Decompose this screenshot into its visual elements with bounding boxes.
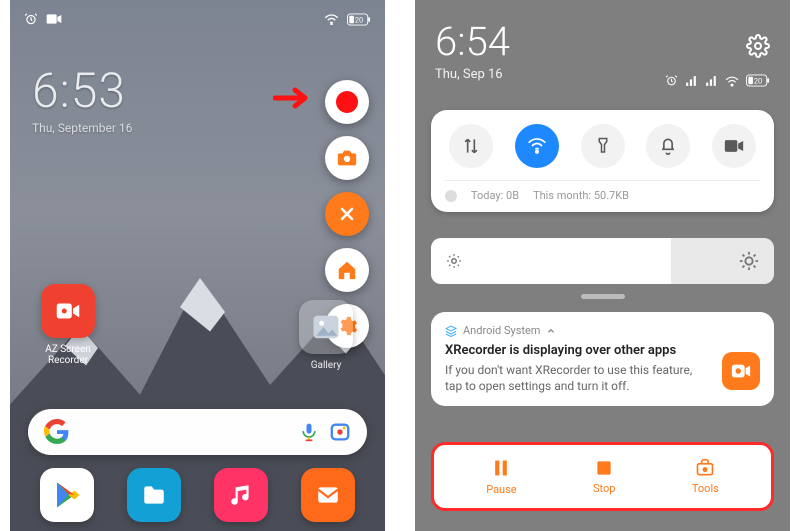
toolbox-icon (694, 458, 716, 478)
android-layers-icon (445, 325, 457, 337)
shade-status-icons: 20 (665, 74, 770, 87)
screenshot-button[interactable] (325, 136, 369, 180)
flashlight-icon (594, 136, 612, 156)
home-time: 6:53 (32, 62, 132, 119)
app-label: AZ Screen Recorder (45, 344, 91, 366)
home-fab-button[interactable] (325, 248, 369, 292)
brightness-slider[interactable] (431, 238, 774, 284)
notif-source-row: Android System (445, 324, 760, 337)
tools-button[interactable]: Tools (692, 458, 719, 495)
google-search-bar[interactable] (28, 409, 367, 455)
qs-wifi[interactable] (515, 124, 559, 168)
battery-icon: 20 (746, 74, 770, 87)
qs-screen-record[interactable] (712, 124, 756, 168)
videocam-icon (730, 360, 752, 382)
play-icon (52, 480, 82, 510)
chevron-up-icon (546, 326, 556, 336)
data-arrows-icon (461, 136, 481, 156)
home-date: Thu, September 16 (32, 121, 132, 135)
bell-icon (658, 136, 678, 156)
app-play-store[interactable] (40, 468, 94, 522)
notif-body: If you don't want XRecorder to use this … (445, 362, 760, 394)
record-icon (336, 91, 358, 113)
notif-app-icon (722, 352, 760, 390)
music-note-icon (228, 482, 254, 508)
brightness-high-icon (724, 250, 774, 272)
app-gallery[interactable]: Gallery (295, 300, 357, 371)
signal-icon (685, 74, 698, 87)
data-usage-row[interactable]: Today: 0B This month: 50.7KB (445, 189, 760, 202)
camera-icon (336, 147, 358, 169)
mail-icon (315, 482, 341, 508)
app-music[interactable] (214, 468, 268, 522)
recorder-controls-card: Pause Stop Tools (431, 442, 774, 511)
videocam-icon (724, 138, 744, 154)
app-files[interactable] (127, 468, 181, 522)
google-logo-icon (44, 419, 70, 445)
home-dock (10, 465, 385, 525)
qs-flashlight[interactable] (581, 124, 625, 168)
shade-header: 6:54 Thu, Sep 16 (415, 18, 790, 82)
shade-drag-handle[interactable] (581, 294, 625, 299)
settings-gear-button[interactable] (746, 34, 770, 58)
stop-icon (594, 458, 614, 478)
qs-mobile-data[interactable] (449, 124, 493, 168)
quick-settings-card: Today: 0B This month: 50.7KB (431, 110, 774, 212)
lens-icon[interactable] (329, 421, 351, 443)
phone-left-home: 20 6:53 Thu, September 16 AZ Screen Reco… (10, 0, 385, 531)
gear-icon (746, 34, 770, 58)
tutorial-arrow-icon (273, 86, 315, 110)
notif-title: XRecorder is displaying over other apps (445, 343, 760, 358)
folder-icon (141, 482, 167, 508)
record-button[interactable] (325, 80, 369, 124)
app-az-recorder[interactable]: AZ Screen Recorder (34, 284, 102, 366)
pause-icon (491, 457, 511, 479)
signal-icon (705, 74, 718, 87)
wifi-icon (527, 136, 547, 156)
brightness-low-icon (431, 252, 477, 270)
qs-dnd[interactable] (646, 124, 690, 168)
alarm-icon (665, 74, 678, 87)
videocam-icon (53, 296, 83, 326)
close-icon (337, 204, 357, 224)
app-mail[interactable] (301, 468, 355, 522)
svg-text:20: 20 (754, 76, 762, 85)
stop-button[interactable]: Stop (593, 458, 615, 495)
picture-icon (311, 312, 341, 342)
pause-button[interactable]: Pause (486, 457, 516, 496)
svg-text:20: 20 (355, 15, 363, 24)
phone-right-shade: 6:54 Thu, Sep 16 20 (415, 0, 790, 531)
home-clock-widget: 6:53 Thu, September 16 (32, 62, 132, 135)
wifi-icon (725, 75, 739, 87)
app-label: Gallery (311, 360, 342, 371)
home-icon (336, 259, 358, 281)
usage-dot-icon (445, 190, 457, 202)
notification-android-system[interactable]: Android System XRecorder is displaying o… (431, 312, 774, 406)
close-fab-button[interactable] (325, 192, 369, 236)
mic-icon[interactable] (299, 422, 319, 442)
status-bar-left: 20 (10, 8, 385, 30)
wifi-icon (324, 13, 339, 25)
camera-icon (46, 13, 62, 25)
alarm-icon (24, 12, 38, 26)
shade-time: 6:54 (435, 18, 770, 65)
battery-icon: 20 (347, 13, 371, 26)
